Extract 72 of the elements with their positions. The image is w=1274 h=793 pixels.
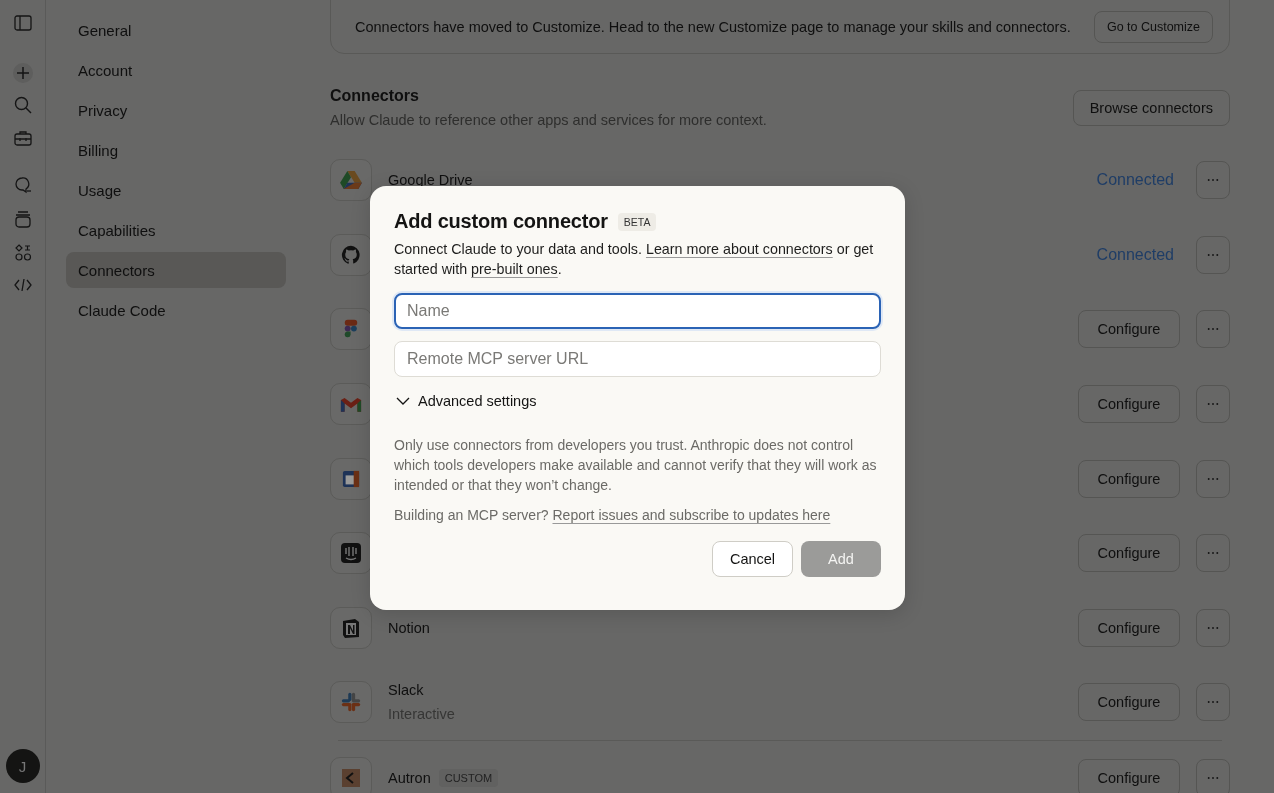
dialog-description: Connect Claude to your data and tools. Learn more about connectors or get started with pre-built ones. bbox=[394, 240, 875, 279]
stack-icon[interactable] bbox=[13, 210, 32, 228]
configure-button[interactable]: Configure bbox=[1078, 683, 1180, 722]
link[interactable]: Report issues and subscribe to updates here bbox=[552, 507, 831, 523]
configure-button[interactable]: Configure bbox=[1078, 385, 1180, 424]
settings-nav-item[interactable]: Connectors bbox=[66, 252, 286, 288]
settings-nav-item[interactable]: Billing bbox=[66, 132, 286, 168]
pinwheel-logo-icon bbox=[330, 681, 372, 724]
ellipsis-icon bbox=[1207, 476, 1219, 481]
new-chat-button[interactable] bbox=[12, 63, 33, 83]
go-to-customize-button[interactable]: Go to Customize bbox=[1093, 11, 1213, 43]
more-options-button[interactable] bbox=[1196, 683, 1230, 722]
configure-button[interactable]: Configure bbox=[1078, 534, 1180, 573]
section-subtitle: Allow Claude to reference other apps and services for more context. bbox=[330, 111, 767, 130]
ellipsis-icon bbox=[1207, 327, 1219, 332]
more-options-button[interactable] bbox=[1196, 534, 1230, 573]
dialog-title: Add custom connector bbox=[394, 210, 608, 233]
connector-name: Slack bbox=[388, 682, 425, 699]
settings-nav-item[interactable]: Claude Code bbox=[66, 292, 286, 328]
ellipsis-icon bbox=[1207, 551, 1219, 556]
connector-name: Notion bbox=[388, 619, 431, 636]
link[interactable]: Learn more about connectors bbox=[645, 241, 833, 257]
more-options-button[interactable] bbox=[1196, 608, 1230, 647]
briefcase-icon[interactable] bbox=[13, 130, 32, 146]
browse-connectors-button[interactable]: Browse connectors bbox=[1072, 90, 1230, 126]
settings-nav-item[interactable]: General bbox=[66, 12, 286, 48]
connector-name: Autron bbox=[388, 770, 431, 787]
more-options-button[interactable] bbox=[1196, 459, 1230, 498]
text-input-field[interactable]: Name bbox=[394, 293, 881, 329]
ellipsis-icon bbox=[1207, 178, 1219, 183]
more-options-button[interactable] bbox=[1196, 310, 1230, 349]
shapes-logo-icon bbox=[330, 308, 372, 351]
section-title: Connectors bbox=[330, 86, 420, 106]
cat-logo-icon bbox=[330, 233, 372, 276]
ellipsis-icon bbox=[1207, 402, 1219, 407]
more-options-button[interactable] bbox=[1196, 235, 1230, 274]
more-options-button[interactable] bbox=[1196, 161, 1230, 200]
settings-nav-item[interactable]: Privacy bbox=[66, 92, 286, 128]
envelope-logo-icon bbox=[330, 383, 372, 426]
notice-text: Connectors have moved to Customize. Head to the new Customize page to manage your skills and connectors. bbox=[355, 19, 1071, 35]
mcp-server-note: Building an MCP server? Report issues and subscribe to updates here bbox=[394, 507, 832, 523]
settings-nav-item[interactable]: Usage bbox=[66, 172, 286, 208]
shapes-icon[interactable] bbox=[13, 244, 32, 262]
chevron-down-icon bbox=[396, 397, 410, 405]
connector-name: Google Drive bbox=[388, 172, 474, 189]
ellipsis-icon bbox=[1207, 700, 1219, 705]
triangle-logo-icon bbox=[330, 159, 372, 202]
settings-nav-item[interactable]: Account bbox=[66, 52, 286, 88]
bars-logo-icon bbox=[330, 532, 372, 575]
user-avatar[interactable]: J bbox=[5, 749, 40, 783]
chat-bubbles-icon[interactable] bbox=[13, 176, 32, 194]
configure-button[interactable]: Configure bbox=[1078, 459, 1180, 498]
ellipsis-icon bbox=[1207, 625, 1219, 630]
custom-badge: CUSTOM bbox=[438, 769, 499, 788]
more-options-button[interactable] bbox=[1196, 385, 1230, 424]
beta-badge: BETA bbox=[617, 212, 657, 231]
connected-status: Connected bbox=[1096, 171, 1174, 190]
settings-nav-item[interactable]: Capabilities bbox=[66, 212, 286, 248]
configure-button[interactable]: Configure bbox=[1078, 608, 1180, 647]
link[interactable]: pre-built ones bbox=[471, 261, 558, 277]
sidebar-toggle-icon[interactable] bbox=[13, 15, 32, 31]
ellipsis-icon bbox=[1207, 776, 1219, 781]
trust-warning-text: Only use connectors from developers you trust. Anthropic does not control which tools developers make available and cannot verify that they will work as intended or that they won’t change. bbox=[394, 436, 878, 495]
configure-button[interactable]: Configure bbox=[1078, 310, 1180, 349]
connected-status: Connected bbox=[1096, 245, 1174, 264]
search-icon[interactable] bbox=[13, 96, 32, 114]
letter-n-logo-icon bbox=[330, 606, 372, 649]
ellipsis-icon bbox=[1207, 252, 1219, 257]
advanced-settings-toggle[interactable]: Advanced settings bbox=[396, 393, 537, 409]
code-icon[interactable] bbox=[13, 278, 32, 292]
cancel-button[interactable]: Cancel bbox=[712, 541, 793, 577]
calendar-logo-icon bbox=[330, 457, 372, 500]
